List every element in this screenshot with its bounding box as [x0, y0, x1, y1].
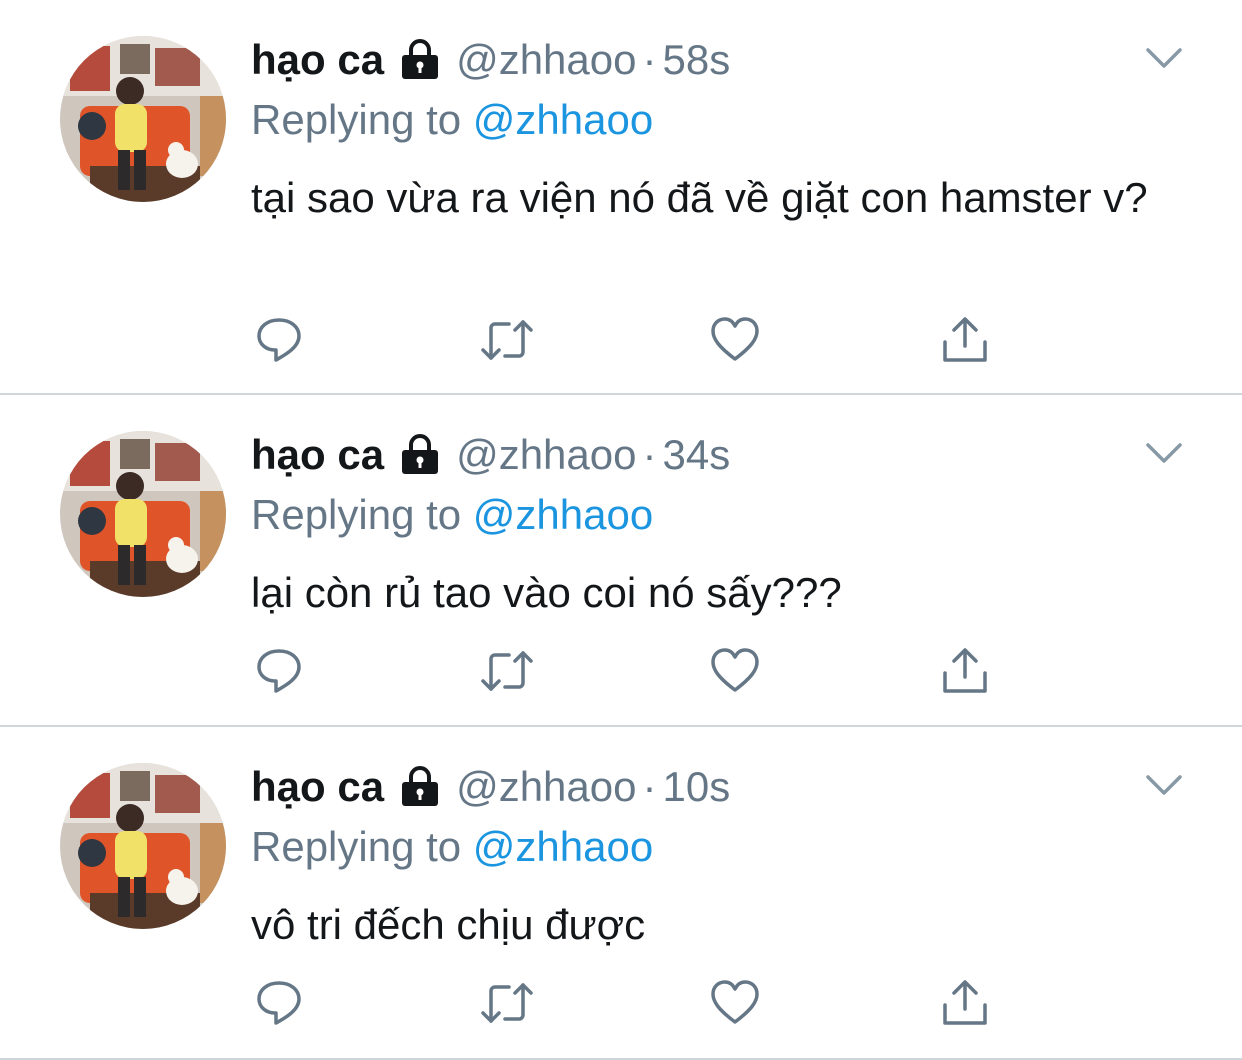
share-icon	[943, 980, 987, 1025]
user-handle[interactable]: @zhhaoo	[456, 763, 636, 811]
chevron-down-icon[interactable]	[1144, 439, 1184, 467]
like-button[interactable]	[707, 975, 763, 1031]
avatar-photo	[60, 36, 226, 202]
heart-icon	[711, 648, 759, 692]
tweet-text: tại sao vừa ra viện nó đã về giặt con ha…	[251, 174, 1148, 221]
share-button[interactable]	[937, 312, 993, 368]
display-name[interactable]: hạo ca	[251, 36, 384, 84]
avatar[interactable]	[60, 431, 226, 597]
replying-to-label: Replying to	[251, 823, 462, 870]
reply-bubble-icon	[257, 318, 301, 362]
separator-dot: ·	[642, 763, 657, 810]
like-button[interactable]	[707, 643, 763, 699]
lock-icon	[398, 765, 442, 809]
retweet-button[interactable]	[479, 643, 535, 699]
retweet-icon	[481, 983, 533, 1023]
share-icon	[943, 317, 987, 362]
tweet-actions	[251, 975, 1011, 1035]
reply-button[interactable]	[251, 643, 307, 699]
tweet[interactable]: hạo ca @zhhaoo · 34s Replying to @zhhaoo	[0, 395, 1242, 727]
heart-icon	[711, 980, 759, 1024]
reply-bubble-icon	[257, 981, 301, 1025]
tweet[interactable]: hạo ca @zhhaoo · 58s Replying to @zhhaoo	[0, 0, 1242, 395]
tweet-header: hạo ca @zhhaoo · 34s	[251, 431, 730, 479]
separator-dot: ·	[642, 36, 657, 83]
timestamp[interactable]: 10s	[663, 763, 731, 811]
lock-icon	[398, 433, 442, 477]
like-button[interactable]	[707, 312, 763, 368]
share-button[interactable]	[937, 643, 993, 699]
avatar-photo	[60, 763, 226, 929]
replying-to-mention[interactable]: @zhhaoo	[473, 96, 653, 143]
avatar[interactable]	[60, 36, 226, 202]
display-name[interactable]: hạo ca	[251, 431, 384, 479]
tweet-actions	[251, 312, 1011, 372]
reply-button[interactable]	[251, 975, 307, 1031]
reply-bubble-icon	[257, 649, 301, 693]
share-button[interactable]	[937, 975, 993, 1031]
display-name[interactable]: hạo ca	[251, 763, 384, 811]
replying-to-mention[interactable]: @zhhaoo	[473, 491, 653, 538]
avatar-photo	[60, 431, 226, 597]
chevron-down-icon[interactable]	[1144, 44, 1184, 72]
lock-icon	[398, 38, 442, 82]
chevron-down-icon[interactable]	[1144, 771, 1184, 799]
replying-to-line: Replying to @zhhaoo	[251, 491, 653, 539]
user-handle[interactable]: @zhhaoo	[456, 431, 636, 479]
tweet[interactable]: hạo ca @zhhaoo · 10s Replying to @zhhaoo	[0, 727, 1242, 1060]
replying-to-label: Replying to	[251, 491, 462, 538]
replying-to-line: Replying to @zhhaoo	[251, 823, 653, 871]
share-icon	[943, 648, 987, 693]
retweet-button[interactable]	[479, 312, 535, 368]
replying-to-label: Replying to	[251, 96, 462, 143]
replying-to-line: Replying to @zhhaoo	[251, 96, 653, 144]
tweet-thread: hạo ca @zhhaoo · 58s Replying to @zhhaoo	[0, 0, 1242, 1060]
user-handle[interactable]: @zhhaoo	[456, 36, 636, 84]
retweet-icon	[481, 651, 533, 691]
tweet-text: lại còn rủ tao vào coi nó sấy???	[251, 569, 842, 616]
separator-dot: ·	[642, 431, 657, 478]
retweet-button[interactable]	[479, 975, 535, 1031]
tweet-header: hạo ca @zhhaoo · 10s	[251, 763, 730, 811]
timestamp[interactable]: 58s	[663, 36, 731, 84]
replying-to-mention[interactable]: @zhhaoo	[473, 823, 653, 870]
heart-icon	[711, 317, 759, 361]
tweet-text: vô tri đếch chịu được	[251, 901, 646, 948]
tweet-header: hạo ca @zhhaoo · 58s	[251, 36, 730, 84]
reply-button[interactable]	[251, 312, 307, 368]
retweet-icon	[481, 320, 533, 360]
tweet-actions	[251, 643, 1011, 703]
timestamp[interactable]: 34s	[663, 431, 731, 479]
avatar[interactable]	[60, 763, 226, 929]
